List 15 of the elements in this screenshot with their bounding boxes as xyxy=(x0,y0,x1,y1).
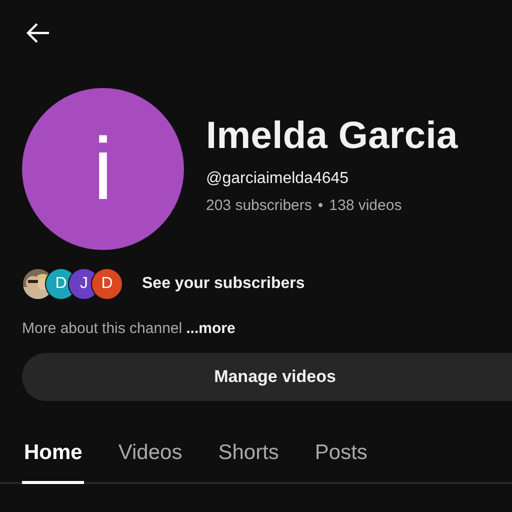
channel-description: More about this channel xyxy=(22,320,182,337)
manage-videos-button[interactable]: Manage videos xyxy=(22,353,512,401)
more-link[interactable]: ...more xyxy=(186,320,236,337)
channel-tab[interactable]: Videos xyxy=(116,433,184,484)
separator-dot: • xyxy=(318,196,324,214)
channel-handle: @garciaimelda4645 xyxy=(206,170,350,188)
subscriber-avatar: D xyxy=(91,268,123,300)
channel-name: Imelda Garcia xyxy=(206,114,458,158)
see-subscribers-link[interactable]: See your subscribers xyxy=(142,275,305,293)
channel-avatar: i xyxy=(22,88,184,250)
channel-tab[interactable]: Shorts xyxy=(216,433,281,484)
subscriber-count: 203 subscribers xyxy=(206,196,312,214)
video-count: 138 videos xyxy=(329,196,402,214)
channel-tab[interactable]: Home xyxy=(22,433,84,484)
channel-tab[interactable]: Posts xyxy=(312,433,370,484)
